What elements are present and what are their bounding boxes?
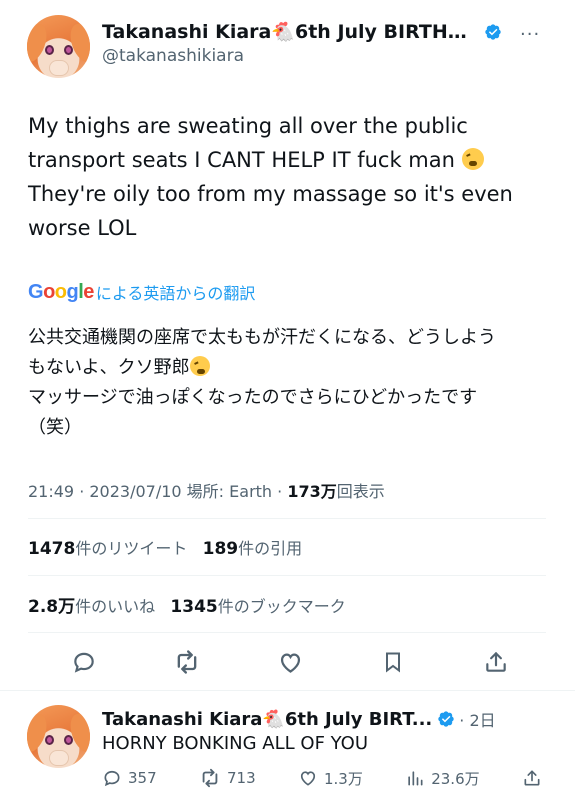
author-display-name[interactable]: Takanashi Kiara🐔6th July BIRTHDA... [102, 20, 479, 43]
bookmarks-count[interactable]: 1345 [170, 597, 217, 617]
reply-time[interactable]: · 2日 [459, 707, 495, 731]
reply-reply-button[interactable]: 357 [102, 768, 157, 788]
share-icon [524, 770, 540, 786]
tweet-text-line: transport seats I CANT HELP IT fuck man [28, 143, 548, 177]
verified-badge-icon [485, 23, 501, 40]
reply-text: HORNY BONKING ALL OF YOU [102, 733, 368, 754]
translated-fragment: もないよ、クソ野郎 [28, 357, 190, 378]
tired-face-emoji-icon [461, 148, 484, 170]
translated-line: もないよ、クソ野郎 [28, 353, 548, 383]
reply-icon [74, 652, 94, 673]
tweet-text-line: My thighs are sweating all over the publ… [28, 114, 468, 138]
reply-icon [104, 770, 120, 787]
more-icon[interactable]: ··· [520, 24, 540, 45]
tweet-text-line: worse LOL [28, 216, 137, 240]
bookmark-button[interactable] [379, 648, 407, 676]
likes-label[interactable]: 件のいいね [75, 597, 155, 616]
divider [28, 518, 546, 519]
views-count: 173万 [287, 482, 337, 501]
tweet-text: My thighs are sweating all over the publ… [28, 109, 548, 245]
like-count: 1.3万 [324, 769, 363, 788]
like-icon [300, 771, 316, 786]
share-icon [486, 652, 506, 672]
views-icon [408, 771, 423, 786]
translation-attribution[interactable]: Google による英語からの翻訳 [28, 280, 255, 304]
bookmarks-label[interactable]: 件のブックマーク [218, 597, 346, 616]
retweet-stats[interactable]: 1478件のリツイート 189件の引用 [28, 535, 302, 559]
reply-count: 357 [128, 769, 157, 787]
tweet-text-fragment: transport seats I CANT HELP IT fuck man [28, 148, 455, 172]
quotes-label[interactable]: 件の引用 [238, 539, 302, 558]
translated-line: 公共交通機関の座席で太ももが汗だくになる、どうしよう [28, 327, 496, 348]
reply-author-name[interactable]: Takanashi Kiara🐔6th July BIRT... [102, 709, 432, 730]
reply-views-button[interactable]: 23.6万 [405, 768, 480, 789]
retweets-count[interactable]: 1478 [28, 539, 75, 559]
reply-author-avatar[interactable] [27, 705, 90, 768]
reply-author-row[interactable]: Takanashi Kiara🐔6th July BIRT... · 2日 [102, 707, 542, 731]
retweet-button[interactable] [173, 648, 201, 676]
divider [28, 575, 546, 576]
author-avatar[interactable] [27, 15, 90, 78]
divider [28, 632, 546, 633]
like-icon [280, 652, 300, 673]
section-divider [0, 690, 575, 691]
share-button[interactable] [482, 648, 510, 676]
reply-share-button[interactable] [522, 768, 542, 788]
translated-line: マッサージで油っぽくなったのでさらにひどかったです [28, 387, 478, 408]
like-stats[interactable]: 2.8万件のいいね 1345件のブックマーク [28, 592, 346, 617]
tweet-time[interactable]: 21:49 · 2023/07/10 場所: Earth · [28, 482, 287, 501]
translation-label: による英語からの翻訳 [95, 284, 256, 303]
retweet-icon [177, 650, 197, 674]
like-button[interactable] [276, 648, 304, 676]
reply-retweet-button[interactable]: 713 [199, 767, 256, 789]
views-label: 回表示 [336, 482, 385, 501]
tweet-text-line: They're oily too from my massage so it's… [28, 182, 513, 206]
google-logo: Google [28, 280, 94, 303]
reply-like-button[interactable]: 1.3万 [298, 768, 363, 789]
tweet-timestamp[interactable]: 21:49 · 2023/07/10 場所: Earth · 173万回表示 [28, 478, 385, 502]
reply-actions: 357 713 1.3万 23.6万 [102, 767, 542, 789]
tweet-actions [70, 648, 510, 676]
tired-face-emoji-icon [189, 356, 210, 376]
author-name-row[interactable]: Takanashi Kiara🐔6th July BIRTHDA... [102, 20, 502, 43]
retweet-count: 713 [227, 769, 256, 787]
quotes-count[interactable]: 189 [203, 539, 239, 559]
author-handle[interactable]: @takanashikiara [102, 46, 244, 66]
retweet-icon [202, 768, 218, 788]
bookmark-icon [386, 652, 400, 673]
translated-text: 公共交通機関の座席で太ももが汗だくになる、どうしよう もないよ、クソ野郎 マッサ… [28, 323, 548, 443]
verified-badge-icon [438, 711, 454, 727]
translated-line: （笑） [28, 417, 82, 438]
reply-button[interactable] [70, 648, 98, 676]
likes-count[interactable]: 2.8万 [28, 597, 75, 617]
retweets-label[interactable]: 件のリツイート [75, 539, 187, 558]
views-count: 23.6万 [431, 769, 480, 788]
